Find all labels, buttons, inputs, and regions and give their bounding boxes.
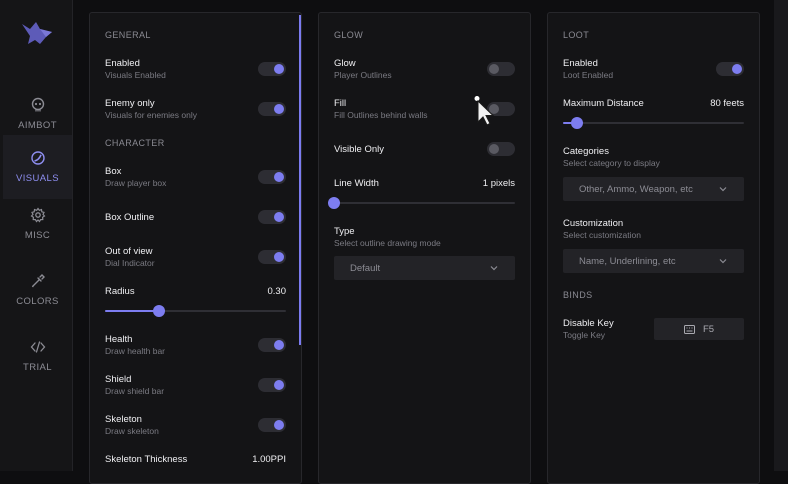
disable-key-value: F5 bbox=[702, 323, 715, 335]
enabled-sublabel: Visuals Enabled bbox=[105, 70, 166, 80]
section-title-glow: GLOW bbox=[334, 30, 364, 40]
health-toggle[interactable] bbox=[258, 338, 286, 352]
out-of-view-sublabel: Dial Indicator bbox=[105, 258, 155, 268]
sidebar-item-label: AIMBOT bbox=[18, 120, 57, 131]
max-distance-slider-handle[interactable] bbox=[571, 117, 584, 129]
sidebar-item-label: MISC bbox=[24, 230, 51, 241]
sidebar-item-colors[interactable]: COLORS bbox=[3, 258, 72, 322]
sidebar-item-label: VISUALS bbox=[16, 173, 59, 184]
customization-label: Customization bbox=[563, 218, 624, 229]
fill-label: Fill bbox=[334, 98, 347, 109]
radius-value: 0.30 bbox=[267, 286, 287, 297]
line-width-value: 1 pixels bbox=[482, 178, 515, 189]
type-select[interactable]: Default bbox=[334, 256, 515, 280]
eyedropper-icon bbox=[30, 273, 46, 289]
box-outline-toggle[interactable] bbox=[258, 210, 286, 224]
sidebar: AIMBOT VISUALS MISC COLORS TRIAL bbox=[0, 0, 73, 471]
chevron-down-icon bbox=[490, 266, 498, 271]
max-distance-value: 80 feets bbox=[710, 98, 744, 109]
visible-only-toggle[interactable] bbox=[487, 142, 515, 156]
health-label: Health bbox=[105, 334, 133, 345]
type-label: Type bbox=[334, 226, 355, 237]
skeleton-toggle[interactable] bbox=[258, 418, 286, 432]
glow-panel: GLOW Glow Player Outlines Fill Fill Outl… bbox=[318, 12, 531, 484]
enemy-only-sublabel: Visuals for enemies only bbox=[105, 110, 197, 120]
max-distance-label: Maximum Distance bbox=[563, 98, 644, 109]
skull-icon bbox=[30, 97, 46, 113]
chevron-down-icon bbox=[719, 259, 727, 264]
customization-selected-value: Name, Underlining, etc bbox=[579, 255, 676, 267]
sidebar-item-trial[interactable]: TRIAL bbox=[3, 324, 72, 388]
section-title-general: GENERAL bbox=[105, 30, 151, 40]
scrollbar[interactable] bbox=[299, 15, 301, 345]
max-distance-slider[interactable] bbox=[563, 117, 744, 129]
radius-label: Radius bbox=[105, 286, 135, 297]
mouse-cursor-icon bbox=[474, 96, 495, 126]
disable-key-label: Disable Key bbox=[563, 318, 614, 329]
skeleton-sublabel: Draw skeleton bbox=[105, 426, 159, 436]
shield-sublabel: Draw shield bar bbox=[105, 386, 165, 396]
enabled-label: Enabled bbox=[105, 58, 140, 69]
sidebar-item-misc[interactable]: MISC bbox=[3, 192, 72, 256]
box-label: Box bbox=[105, 166, 122, 177]
code-icon bbox=[30, 339, 46, 355]
sidebar-item-visuals[interactable]: VISUALS bbox=[3, 135, 72, 199]
line-width-label: Line Width bbox=[334, 178, 379, 189]
loot-enabled-label: Enabled bbox=[563, 58, 598, 69]
line-width-slider[interactable] bbox=[328, 197, 515, 209]
loot-enabled-toggle[interactable] bbox=[716, 62, 744, 76]
box-sublabel: Draw player box bbox=[105, 178, 167, 188]
skeleton-thickness-value: 1.00PPI bbox=[252, 454, 286, 465]
categories-select[interactable]: Other, Ammo, Weapon, etc bbox=[563, 177, 744, 201]
customization-sublabel: Select customization bbox=[563, 230, 641, 240]
shield-label: Shield bbox=[105, 374, 132, 385]
type-sublabel: Select outline drawing mode bbox=[334, 238, 441, 248]
categories-sublabel: Select category to display bbox=[563, 158, 660, 168]
visuals-icon bbox=[30, 150, 46, 166]
box-toggle[interactable] bbox=[258, 170, 286, 184]
out-of-view-toggle[interactable] bbox=[258, 250, 286, 264]
skeleton-thickness-label: Skeleton Thickness bbox=[105, 454, 188, 465]
radius-slider[interactable] bbox=[105, 305, 286, 317]
line-width-slider-handle[interactable] bbox=[328, 197, 340, 209]
keyboard-icon bbox=[683, 324, 695, 334]
wolf-logo-icon bbox=[22, 22, 52, 44]
customization-select[interactable]: Name, Underlining, etc bbox=[563, 249, 744, 273]
categories-selected-value: Other, Ammo, Weapon, etc bbox=[579, 183, 693, 195]
radius-slider-handle[interactable] bbox=[153, 305, 166, 317]
disable-key-bind-button[interactable]: F5 bbox=[654, 318, 744, 340]
enemy-only-label: Enemy only bbox=[105, 98, 155, 109]
gear-icon bbox=[30, 207, 46, 223]
window-edge bbox=[774, 0, 788, 471]
glow-toggle[interactable] bbox=[487, 62, 515, 76]
section-title-binds: BINDS bbox=[563, 290, 593, 300]
health-sublabel: Draw health bar bbox=[105, 346, 166, 356]
out-of-view-label: Out of view bbox=[105, 246, 153, 257]
glow-label: Glow bbox=[334, 58, 356, 69]
sidebar-item-label: COLORS bbox=[16, 296, 59, 307]
loot-panel: LOOT Enabled Loot Enabled Maximum Distan… bbox=[547, 12, 760, 484]
categories-label: Categories bbox=[563, 146, 609, 157]
visible-only-label: Visible Only bbox=[334, 144, 384, 155]
enemy-only-toggle[interactable] bbox=[258, 102, 286, 116]
disable-key-sublabel: Toggle Key bbox=[563, 330, 606, 340]
fill-sublabel: Fill Outlines behind walls bbox=[334, 110, 428, 120]
box-outline-label: Box Outline bbox=[105, 212, 155, 223]
radius-slider-fill bbox=[105, 310, 160, 312]
general-panel: GENERAL Enabled Visuals Enabled Enemy on… bbox=[89, 12, 302, 484]
type-selected-value: Default bbox=[350, 262, 381, 274]
section-title-character: CHARACTER bbox=[105, 138, 165, 148]
chevron-down-icon bbox=[719, 187, 727, 192]
skeleton-label: Skeleton bbox=[105, 414, 142, 425]
glow-sublabel: Player Outlines bbox=[334, 70, 392, 80]
loot-enabled-sublabel: Loot Enabled bbox=[563, 70, 614, 80]
section-title-loot: LOOT bbox=[563, 30, 590, 40]
enabled-toggle[interactable] bbox=[258, 62, 286, 76]
shield-toggle[interactable] bbox=[258, 378, 286, 392]
sidebar-item-label: TRIAL bbox=[23, 362, 52, 373]
